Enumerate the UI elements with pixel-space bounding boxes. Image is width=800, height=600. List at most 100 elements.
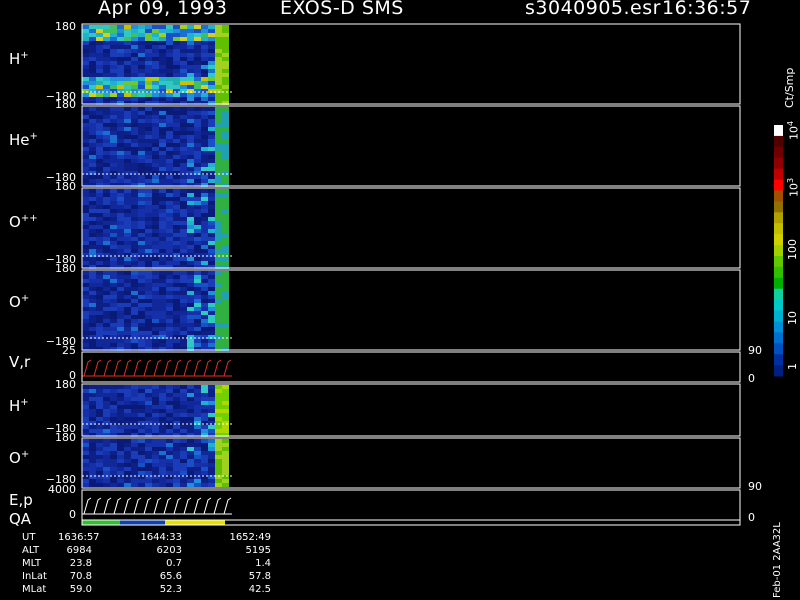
spectrogram-cell: [208, 53, 215, 57]
spectrogram-cell: [103, 233, 110, 237]
spectrogram-cell: [194, 261, 201, 265]
spectrogram-cell: [159, 193, 166, 197]
spectrogram-cell: [166, 467, 173, 471]
spectrogram-cell: [222, 467, 229, 471]
spectrogram-cell: [215, 135, 222, 139]
spectrogram-cell: [166, 163, 173, 167]
spectrogram-cell: [124, 443, 131, 447]
spectrogram-cell: [201, 455, 208, 459]
spectrogram-cell: [159, 29, 166, 33]
spectrogram-cell: [201, 49, 208, 53]
spectrogram-cell: [96, 115, 103, 119]
spectrogram-cell: [82, 315, 89, 319]
spectrogram-cell: [103, 73, 110, 77]
spectrogram-cell: [96, 425, 103, 429]
spectrogram-cell: [187, 143, 194, 147]
spectrogram-cell: [152, 77, 159, 81]
spectrogram-cell: [110, 33, 117, 37]
spectrogram-cell: [159, 331, 166, 335]
spectrogram-cell: [103, 429, 110, 433]
spectrogram-cell: [166, 319, 173, 323]
spectrogram-cell: [187, 303, 194, 307]
spectrogram-cell: [173, 405, 180, 409]
spectrogram-cell: [152, 483, 159, 487]
spectrogram-cell: [173, 303, 180, 307]
row-label-inlat: InLat: [22, 571, 47, 582]
spectrogram-cell: [159, 385, 166, 389]
spectrogram-cell: [194, 451, 201, 455]
spectrogram-cell: [124, 323, 131, 327]
spectrogram-cell: [103, 401, 110, 405]
spectrogram-cell: [222, 257, 229, 261]
spectrogram-cell: [215, 389, 222, 393]
spectrogram-cell: [187, 77, 194, 81]
spectrogram-cell: [103, 57, 110, 61]
spectrogram-cell: [110, 417, 117, 421]
spectrogram-cell: [96, 339, 103, 343]
spectrogram-cell: [96, 81, 103, 85]
spectrogram-cell: [180, 25, 187, 29]
spectrogram-cell: [152, 241, 159, 245]
spectrogram-cell: [82, 241, 89, 245]
spectrogram-cell: [117, 57, 124, 61]
colorbar-segment: [774, 245, 783, 257]
spectrogram-cell: [110, 261, 117, 265]
spectrogram-cell: [117, 69, 124, 73]
spectrogram-cell: [145, 217, 152, 221]
spectrogram-cell: [166, 225, 173, 229]
spectrogram-cell: [194, 151, 201, 155]
spectrogram-cell: [145, 471, 152, 475]
spectrogram-cell: [180, 417, 187, 421]
spectrogram-cell: [131, 385, 138, 389]
spectrogram-cell: [166, 217, 173, 221]
spectrogram-cell: [145, 135, 152, 139]
spectrogram-cell: [201, 217, 208, 221]
spectrogram-cell: [82, 237, 89, 241]
spectrogram-cell: [117, 127, 124, 131]
spectrogram-cell: [215, 249, 222, 253]
spectrogram-cell: [96, 65, 103, 69]
spectrogram-cell: [103, 451, 110, 455]
spectrogram-cell: [131, 467, 138, 471]
spectrogram-cell: [222, 209, 229, 213]
spectrogram-cell: [89, 385, 96, 389]
spectrogram-cell: [131, 241, 138, 245]
spectrogram-cell: [82, 261, 89, 265]
spectrogram-cell: [159, 127, 166, 131]
spectrogram-cell: [215, 131, 222, 135]
spectrogram-cell: [110, 429, 117, 433]
spectrogram-cell: [89, 323, 96, 327]
spectrogram-cell: [96, 189, 103, 193]
spectrogram-cell: [222, 327, 229, 331]
spectrogram-cell: [166, 393, 173, 397]
spectrogram-cell: [131, 147, 138, 151]
spectrogram-cell: [82, 221, 89, 225]
spectrogram-cell: [96, 73, 103, 77]
spectrogram-cell: [215, 479, 222, 483]
spectrogram-cell: [159, 451, 166, 455]
spectrogram-cell: [180, 53, 187, 57]
spectrogram-cell: [89, 393, 96, 397]
spectrogram-cell: [180, 139, 187, 143]
spectrogram-cell: [89, 97, 96, 101]
spectrogram-cell: [124, 45, 131, 49]
spectrogram-cell: [152, 323, 159, 327]
spectrogram-cell: [215, 393, 222, 397]
spectrogram-cell: [138, 81, 145, 85]
spectrogram-cell: [187, 175, 194, 179]
spectrogram-cell: [173, 315, 180, 319]
spectrogram-cell: [110, 287, 117, 291]
spectrogram-cell: [201, 241, 208, 245]
spectrogram-cell: [215, 107, 222, 111]
spectrogram-cell: [145, 455, 152, 459]
spectrogram-cell: [159, 123, 166, 127]
spectrogram-cell: [173, 319, 180, 323]
spectrogram-cell: [201, 135, 208, 139]
spectrogram-cell: [159, 179, 166, 183]
spectrogram-cell: [215, 245, 222, 249]
spectrogram-cell: [89, 115, 96, 119]
spectrogram-cell: [173, 291, 180, 295]
spectrogram-cell: [89, 217, 96, 221]
spectrogram-cell: [117, 447, 124, 451]
spectrogram-cell: [194, 393, 201, 397]
